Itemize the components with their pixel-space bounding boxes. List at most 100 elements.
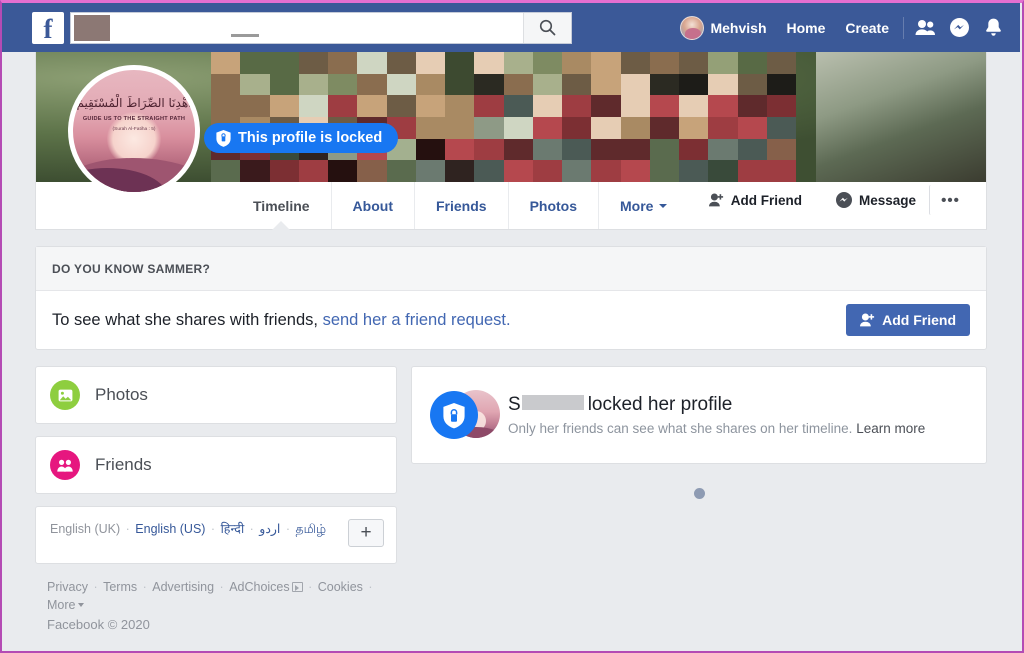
cover-mosaic-cell bbox=[679, 95, 708, 117]
cover-mosaic-cell bbox=[621, 52, 650, 74]
footer-link-advertising[interactable]: Advertising bbox=[152, 580, 214, 594]
cover-mosaic-cell bbox=[211, 74, 240, 96]
tab-photos[interactable]: Photos bbox=[508, 182, 598, 229]
cover-mosaic-cell bbox=[533, 95, 562, 117]
cover-mosaic-cell bbox=[562, 52, 591, 74]
cover-mosaic-cell bbox=[679, 52, 708, 74]
search-icon[interactable] bbox=[523, 13, 571, 43]
sidebar-item-friends[interactable]: Friends bbox=[35, 436, 397, 494]
cover-mosaic-cell bbox=[562, 117, 591, 139]
learn-more-link[interactable]: Learn more bbox=[856, 421, 925, 436]
add-friend-button[interactable]: Add Friend bbox=[846, 304, 970, 336]
cover-mosaic-cell bbox=[270, 95, 299, 117]
footer-separator: · bbox=[88, 580, 103, 594]
facebook-logo[interactable]: f bbox=[32, 12, 64, 44]
language-urdu[interactable]: اردو bbox=[259, 522, 280, 536]
nav-create-link[interactable]: Create bbox=[835, 11, 899, 45]
sidebar-item-friends-label: Friends bbox=[95, 455, 152, 475]
footer-link-cookies[interactable]: Cookies bbox=[318, 580, 363, 594]
more-options-button[interactable]: ••• bbox=[929, 185, 971, 215]
nav-profile-link[interactable]: Mehvish bbox=[670, 11, 776, 45]
nav-home-link[interactable]: Home bbox=[777, 11, 836, 45]
nav-right-group: Mehvish Home Create bbox=[670, 3, 1010, 52]
cover-mosaic-cell bbox=[738, 74, 767, 96]
shield-lock-icon bbox=[430, 391, 478, 439]
cover-mosaic-cell bbox=[299, 74, 328, 96]
cover-mosaic-cell bbox=[738, 160, 767, 182]
cover-mosaic-cell bbox=[270, 74, 299, 96]
tab-more[interactable]: More bbox=[598, 182, 688, 229]
cover-mosaic-cell bbox=[738, 117, 767, 139]
footer-link-adchoices[interactable]: AdChoices bbox=[229, 580, 289, 594]
cover-mosaic-cell bbox=[474, 95, 503, 117]
cover-action-buttons: Add Friend Message ••• bbox=[696, 185, 971, 215]
cover-mosaic-cell bbox=[533, 117, 562, 139]
loading-indicator bbox=[694, 488, 705, 499]
friend-requests-icon[interactable] bbox=[908, 11, 942, 45]
profile-picture[interactable]: اهْدِنَا الصِّرَاطَ الْمُسْتَقِيمَ GUIDE… bbox=[68, 65, 200, 197]
cover-mosaic-cell bbox=[240, 160, 269, 182]
cover-mosaic-cell bbox=[474, 117, 503, 139]
cover-mosaic-cell bbox=[445, 160, 474, 182]
footer-link-terms[interactable]: Terms bbox=[103, 580, 137, 594]
cover-mosaic-cell bbox=[328, 74, 357, 96]
cover-mosaic-cell bbox=[387, 160, 416, 182]
cover-mosaic-cell bbox=[357, 52, 386, 74]
cover-mosaic-cell bbox=[650, 95, 679, 117]
photos-icon bbox=[50, 380, 80, 410]
footer-link-privacy[interactable]: Privacy bbox=[47, 580, 88, 594]
tab-friends[interactable]: Friends bbox=[414, 182, 508, 229]
cover-mosaic-cell bbox=[445, 95, 474, 117]
profile-locked-badge[interactable]: This profile is locked bbox=[204, 123, 398, 153]
language-hindi[interactable]: हिन्दी bbox=[221, 522, 245, 536]
tab-more-label: More bbox=[620, 198, 653, 214]
messenger-icon bbox=[836, 192, 852, 208]
cover-mosaic-cell bbox=[533, 139, 562, 161]
add-language-button[interactable]: + bbox=[348, 519, 384, 547]
avatar bbox=[680, 16, 704, 40]
tab-timeline[interactable]: Timeline bbox=[232, 182, 331, 229]
language-english-us[interactable]: English (US) bbox=[135, 522, 205, 536]
cover-mosaic-cell bbox=[211, 95, 240, 117]
do-you-know-text: To see what she shares with friends, sen… bbox=[52, 311, 511, 330]
cover-mosaic-cell bbox=[504, 95, 533, 117]
sidebar-item-photos[interactable]: Photos bbox=[35, 366, 397, 424]
footer-separator: · bbox=[137, 580, 152, 594]
cover-mosaic-cell bbox=[357, 74, 386, 96]
cover-mosaic-cell bbox=[504, 117, 533, 139]
do-you-know-header: DO YOU KNOW SAMMER? bbox=[36, 247, 986, 291]
language-tamil[interactable]: தமிழ் bbox=[296, 522, 327, 536]
notifications-icon[interactable] bbox=[976, 11, 1010, 45]
send-friend-request-link[interactable]: send her a friend request. bbox=[323, 311, 511, 329]
cover-mosaic-cell bbox=[738, 52, 767, 74]
tab-about[interactable]: About bbox=[331, 182, 414, 229]
locked-notice-title-suffix: locked her profile bbox=[588, 394, 733, 416]
locked-notice-title: Slocked her profile bbox=[508, 394, 968, 416]
cover-mosaic-cell bbox=[504, 52, 533, 74]
cover-mosaic-cell bbox=[328, 52, 357, 74]
search-bar[interactable] bbox=[70, 12, 572, 44]
cover-mosaic-cell bbox=[650, 52, 679, 74]
cover-mosaic-cell bbox=[474, 52, 503, 74]
add-friend-button-cover[interactable]: Add Friend bbox=[696, 185, 815, 215]
cover-mosaic-cell bbox=[679, 139, 708, 161]
cover-mosaic-cell bbox=[387, 95, 416, 117]
language-english-uk[interactable]: English (UK) bbox=[50, 522, 120, 536]
message-button[interactable]: Message bbox=[823, 185, 929, 215]
profile-header-card: اهْدِنَا الصِّرَاطَ الْمُسْتَقِيمَ GUIDE… bbox=[35, 52, 987, 230]
language-separator: · bbox=[120, 522, 135, 536]
cover-mosaic-cell bbox=[767, 117, 796, 139]
search-input[interactable] bbox=[71, 13, 523, 43]
footer-link-more[interactable]: More bbox=[47, 598, 75, 612]
cover-mosaic-cell bbox=[562, 139, 591, 161]
cover-mosaic-cell bbox=[416, 160, 445, 182]
messenger-icon[interactable] bbox=[942, 11, 976, 45]
language-separator: · bbox=[280, 522, 295, 536]
search-redacted-underline bbox=[231, 34, 259, 37]
cover-mosaic-cell bbox=[504, 74, 533, 96]
cover-mosaic-cell bbox=[708, 160, 737, 182]
cover-mosaic-cell bbox=[416, 52, 445, 74]
cover-mosaic-cell bbox=[708, 95, 737, 117]
cover-mosaic-cell bbox=[299, 52, 328, 74]
shield-icon bbox=[216, 130, 231, 147]
